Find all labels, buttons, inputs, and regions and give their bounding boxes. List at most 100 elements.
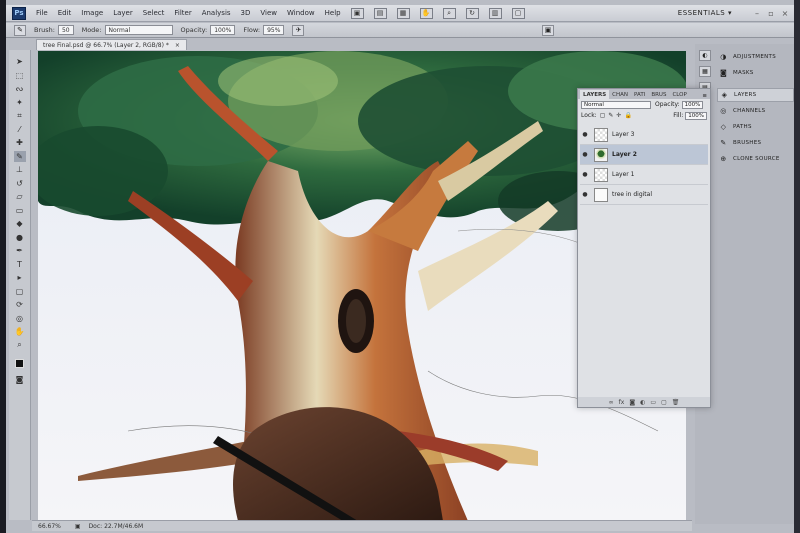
restore-icon[interactable]: ▫ — [766, 8, 776, 18]
extras-icon[interactable]: ▦ — [396, 7, 410, 19]
layer-row-layer-2[interactable]: ● Layer 2 — [580, 145, 708, 165]
type-tool-icon[interactable]: T — [14, 259, 26, 270]
mini-bridge-icon[interactable]: ▤ — [373, 7, 387, 19]
quick-selection-tool-icon[interactable]: ✦ — [14, 97, 26, 108]
layer-row-layer-1[interactable]: ● Layer 1 — [580, 165, 708, 185]
menu-file[interactable]: File — [36, 9, 48, 17]
marquee-tool-icon[interactable]: ⬚ — [14, 70, 26, 81]
tab-channels[interactable]: CHAN — [609, 90, 631, 99]
hand-tool-icon[interactable]: ✋ — [419, 7, 433, 19]
gradient-tool-icon[interactable]: ▭ — [14, 205, 26, 216]
arrange-documents-icon[interactable]: ▥ — [488, 7, 502, 19]
menu-edit[interactable]: Edit — [58, 9, 72, 17]
panel-layers[interactable]: ◈ LAYERS — [717, 88, 794, 102]
close-icon[interactable]: × — [780, 8, 790, 18]
foreground-color-swatch[interactable] — [15, 359, 24, 368]
fill-field[interactable]: 100% — [685, 111, 707, 120]
swatches-panel-icon[interactable]: ▦ — [699, 66, 711, 77]
crop-tool-icon[interactable]: ⌗ — [14, 110, 26, 121]
mode-select[interactable]: Normal — [104, 25, 173, 35]
menu-layer[interactable]: Layer — [113, 9, 133, 17]
visibility-eye-icon[interactable]: ● — [580, 151, 590, 158]
menu-view[interactable]: View — [260, 9, 277, 17]
menu-select[interactable]: Select — [143, 9, 165, 17]
brush-preset-icon[interactable]: ✎ — [14, 24, 26, 36]
panel-brushes[interactable]: ✎ BRUSHES — [717, 136, 794, 150]
link-layers-icon[interactable]: ∞ — [609, 399, 614, 406]
menu-analysis[interactable]: Analysis — [202, 9, 231, 17]
menu-filter[interactable]: Filter — [174, 9, 191, 17]
blend-mode-select[interactable]: Normal — [581, 100, 651, 109]
panel-masks[interactable]: ◙ MASKS — [717, 66, 794, 80]
dodge-tool-icon[interactable]: ● — [14, 232, 26, 243]
flow-field[interactable]: 95% — [263, 25, 285, 35]
quick-mask-icon[interactable]: ◙ — [14, 374, 26, 385]
rotate-view-icon[interactable]: ↻ — [465, 7, 479, 19]
workspace-switcher[interactable]: ESSENTIALS ▾ — [678, 9, 732, 17]
3d-rotate-tool-icon[interactable]: ⟳ — [14, 299, 26, 310]
brush-size-picker[interactable]: 50 — [57, 25, 74, 35]
new-group-icon[interactable]: ▭ — [650, 399, 656, 406]
tab-brushes[interactable]: BRUS — [648, 90, 669, 99]
delete-layer-icon[interactable]: 🗑 — [672, 399, 680, 406]
document-tab[interactable]: tree Final.psd @ 66.7% (Layer 2, RGB/8) … — [36, 39, 187, 50]
visibility-eye-icon[interactable]: ● — [580, 131, 590, 138]
layer-style-icon[interactable]: fx — [619, 399, 625, 406]
layer-name: Layer 1 — [612, 171, 635, 178]
lasso-tool-icon[interactable]: ᔓ — [14, 83, 26, 94]
tab-paths[interactable]: PATI — [631, 90, 648, 99]
healing-brush-tool-icon[interactable]: ✚ — [14, 137, 26, 148]
hand-tool-icon[interactable]: ✋ — [14, 326, 26, 337]
minimize-icon[interactable]: – — [752, 8, 762, 18]
panel-adjustments[interactable]: ◑ ADJUSTMENTS — [717, 50, 794, 64]
path-selection-tool-icon[interactable]: ▸ — [14, 272, 26, 283]
layer-row-layer-3[interactable]: ● Layer 3 — [580, 125, 708, 145]
close-document-icon[interactable]: × — [175, 42, 180, 49]
photoshop-logo[interactable]: Ps — [12, 6, 26, 20]
tablet-pressure-icon[interactable]: ▣ — [542, 24, 554, 36]
lock-pixels-icon[interactable]: ✎ — [608, 112, 613, 119]
new-layer-icon[interactable]: ▢ — [661, 399, 667, 406]
screen-mode-icon[interactable]: ▢ — [511, 7, 525, 19]
history-brush-tool-icon[interactable]: ↺ — [14, 178, 26, 189]
clone-stamp-tool-icon[interactable]: ⊥ — [14, 164, 26, 175]
lock-position-icon[interactable]: ✛ — [616, 112, 621, 119]
layer-row-tree-in-digital[interactable]: ● tree in digital — [580, 185, 708, 205]
blur-tool-icon[interactable]: ◆ — [14, 218, 26, 229]
brush-tool-icon[interactable]: ✎ — [13, 150, 26, 162]
layer-opacity-field[interactable]: 100% — [681, 100, 704, 109]
visibility-eye-icon[interactable]: ● — [580, 191, 590, 198]
visibility-eye-icon[interactable]: ● — [580, 171, 590, 178]
tab-clone[interactable]: CLOP — [669, 90, 689, 99]
bridge-icon[interactable]: ▣ — [350, 7, 364, 19]
opacity-label: Opacity: — [655, 101, 680, 108]
eyedropper-tool-icon[interactable]: ⁄ — [14, 124, 26, 135]
airbrush-icon[interactable]: ✈ — [292, 24, 305, 36]
color-panel-icon[interactable]: ◐ — [699, 50, 711, 61]
panel-menu-icon[interactable]: ≡ — [702, 93, 707, 99]
add-mask-icon[interactable]: ◙ — [629, 399, 635, 406]
adjustment-layer-icon[interactable]: ◐ — [640, 399, 645, 406]
move-tool-icon[interactable]: ➤ — [14, 56, 26, 67]
panel-channels[interactable]: ◎ CHANNELS — [717, 104, 794, 118]
zoom-icon[interactable]: ⌕ — [442, 7, 456, 19]
menu-help[interactable]: Help — [325, 9, 341, 17]
lock-transparency-icon[interactable]: ▢ — [600, 112, 606, 119]
zoom-tool-icon[interactable]: ⌕ — [14, 340, 26, 351]
panel-paths[interactable]: ◇ PATHS — [717, 120, 794, 134]
tab-layers[interactable]: LAYERS — [580, 90, 610, 99]
eraser-tool-icon[interactable]: ▱ — [14, 191, 26, 202]
3d-orbit-tool-icon[interactable]: ◎ — [14, 313, 26, 324]
status-icon[interactable]: ▣ — [75, 523, 81, 530]
shape-tool-icon[interactable]: ▢ — [14, 286, 26, 297]
menu-3d[interactable]: 3D — [241, 9, 251, 17]
menu-bar: Ps File Edit Image Layer Select Filter A… — [6, 5, 794, 22]
opacity-field[interactable]: 100% — [210, 25, 236, 35]
blend-row: Normal Opacity: 100% — [578, 99, 710, 110]
pen-tool-icon[interactable]: ✒ — [14, 245, 26, 256]
panel-clone-source[interactable]: ⊕ CLONE SOURCE — [717, 152, 794, 166]
zoom-level[interactable]: 66.67% — [38, 523, 61, 530]
menu-window[interactable]: Window — [287, 9, 315, 17]
menu-image[interactable]: Image — [81, 9, 103, 17]
lock-all-icon[interactable]: 🔒 — [624, 112, 631, 119]
